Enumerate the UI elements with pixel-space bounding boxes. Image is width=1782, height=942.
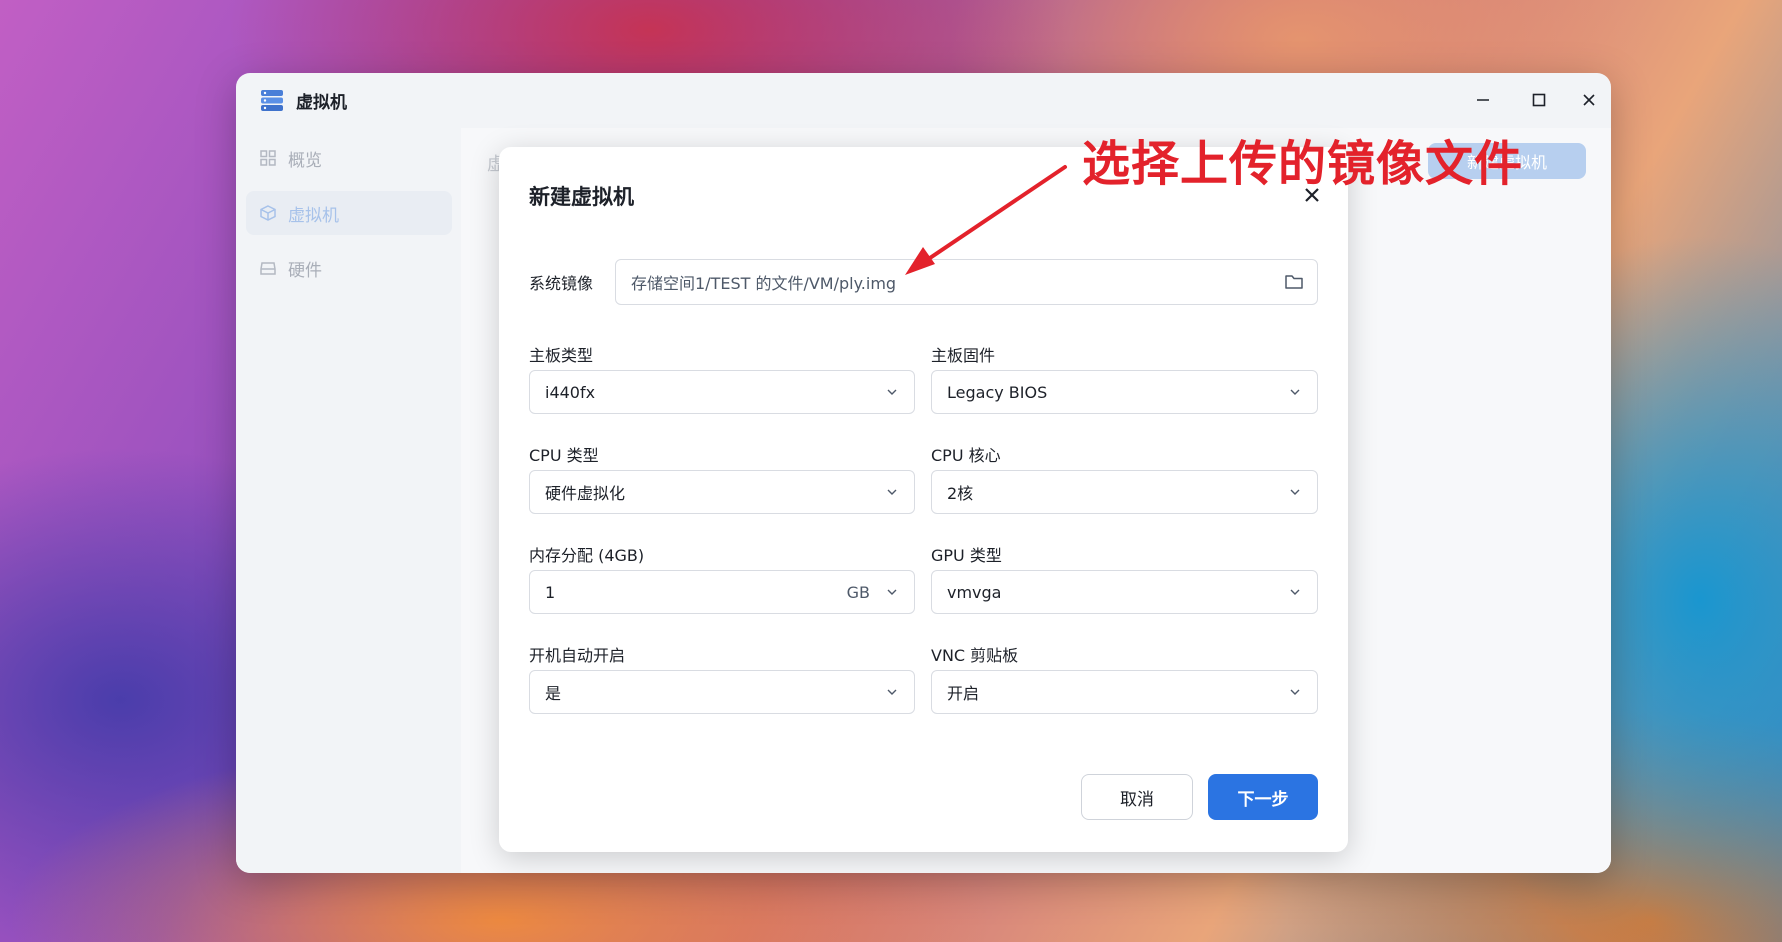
maximize-icon — [1532, 93, 1546, 107]
autostart-label: 开机自动开启 — [529, 646, 626, 665]
board-type-select[interactable]: i440fx — [529, 370, 915, 414]
chevron-down-icon — [884, 584, 900, 600]
system-image-label: 系统镜像 — [529, 274, 594, 293]
gpu-type-select[interactable]: vmvga — [931, 570, 1318, 614]
grid-icon — [258, 148, 278, 168]
chevron-down-icon — [1287, 684, 1303, 700]
board-firmware-value: Legacy BIOS — [947, 382, 1048, 402]
autostart-select[interactable]: 是 — [529, 670, 915, 714]
memory-unit: GB — [846, 582, 870, 602]
cpu-cores-value: 2核 — [947, 484, 974, 503]
close-icon — [1583, 94, 1595, 106]
memory-select[interactable]: 1 GB — [529, 570, 915, 614]
gpu-type-label: GPU 类型 — [931, 546, 1002, 565]
minimize-button[interactable] — [1466, 83, 1500, 117]
maximize-button[interactable] — [1522, 83, 1556, 117]
sidebar: 概览 虚拟机 硬件 — [236, 128, 461, 873]
chevron-down-icon — [1287, 484, 1303, 500]
cpu-type-label: CPU 类型 — [529, 446, 599, 465]
board-type-value: i440fx — [545, 382, 596, 402]
vnc-clipboard-select[interactable]: 开启 — [931, 670, 1318, 714]
annotation-text: 选择上传的镜像文件 — [1082, 136, 1524, 192]
memory-label: 内存分配 (4GB) — [529, 546, 645, 565]
title-bar: 虚拟机 — [236, 73, 1611, 128]
board-firmware-select[interactable]: Legacy BIOS — [931, 370, 1318, 414]
board-firmware-label: 主板固件 — [931, 346, 996, 365]
folder-icon[interactable] — [1283, 271, 1305, 293]
memory-value: 1 — [545, 582, 556, 602]
vnc-clipboard-label: VNC 剪贴板 — [931, 646, 1019, 665]
autostart-value: 是 — [545, 684, 562, 703]
vnc-clipboard-value: 开启 — [947, 684, 980, 703]
sidebar-item-label: 概览 — [288, 150, 322, 171]
dialog-title: 新建虚拟机 — [529, 185, 634, 209]
new-vm-dialog: 新建虚拟机 系统镜像 存储空间1/TEST 的文件/VM/ply.img 主板类… — [499, 147, 1348, 852]
chevron-down-icon — [884, 384, 900, 400]
cpu-cores-select[interactable]: 2核 — [931, 470, 1318, 514]
chevron-down-icon — [884, 684, 900, 700]
cube-icon — [258, 203, 278, 223]
board-type-label: 主板类型 — [529, 346, 594, 365]
gpu-type-value: vmvga — [947, 582, 1002, 602]
sidebar-item-overview[interactable]: 概览 — [246, 136, 452, 180]
chevron-down-icon — [884, 484, 900, 500]
cpu-cores-label: CPU 核心 — [931, 446, 1001, 465]
sidebar-item-label: 硬件 — [288, 260, 322, 281]
sidebar-item-hardware[interactable]: 硬件 — [246, 246, 452, 290]
system-image-input[interactable]: 存储空间1/TEST 的文件/VM/ply.img — [615, 259, 1318, 305]
app-title: 虚拟机 — [296, 93, 347, 113]
chevron-down-icon — [1287, 584, 1303, 600]
system-image-value: 存储空间1/TEST 的文件/VM/ply.img — [631, 274, 897, 293]
cancel-button[interactable]: 取消 — [1081, 774, 1193, 820]
drive-icon — [258, 258, 278, 278]
cpu-type-value: 硬件虚拟化 — [545, 484, 626, 503]
minimize-icon — [1477, 99, 1489, 101]
next-step-button[interactable]: 下一步 — [1208, 774, 1318, 820]
sidebar-item-vm[interactable]: 虚拟机 — [246, 191, 452, 235]
server-app-icon — [261, 90, 283, 111]
cpu-type-select[interactable]: 硬件虚拟化 — [529, 470, 915, 514]
close-window-button[interactable] — [1572, 83, 1606, 117]
chevron-down-icon — [1287, 384, 1303, 400]
sidebar-item-label: 虚拟机 — [288, 205, 339, 226]
